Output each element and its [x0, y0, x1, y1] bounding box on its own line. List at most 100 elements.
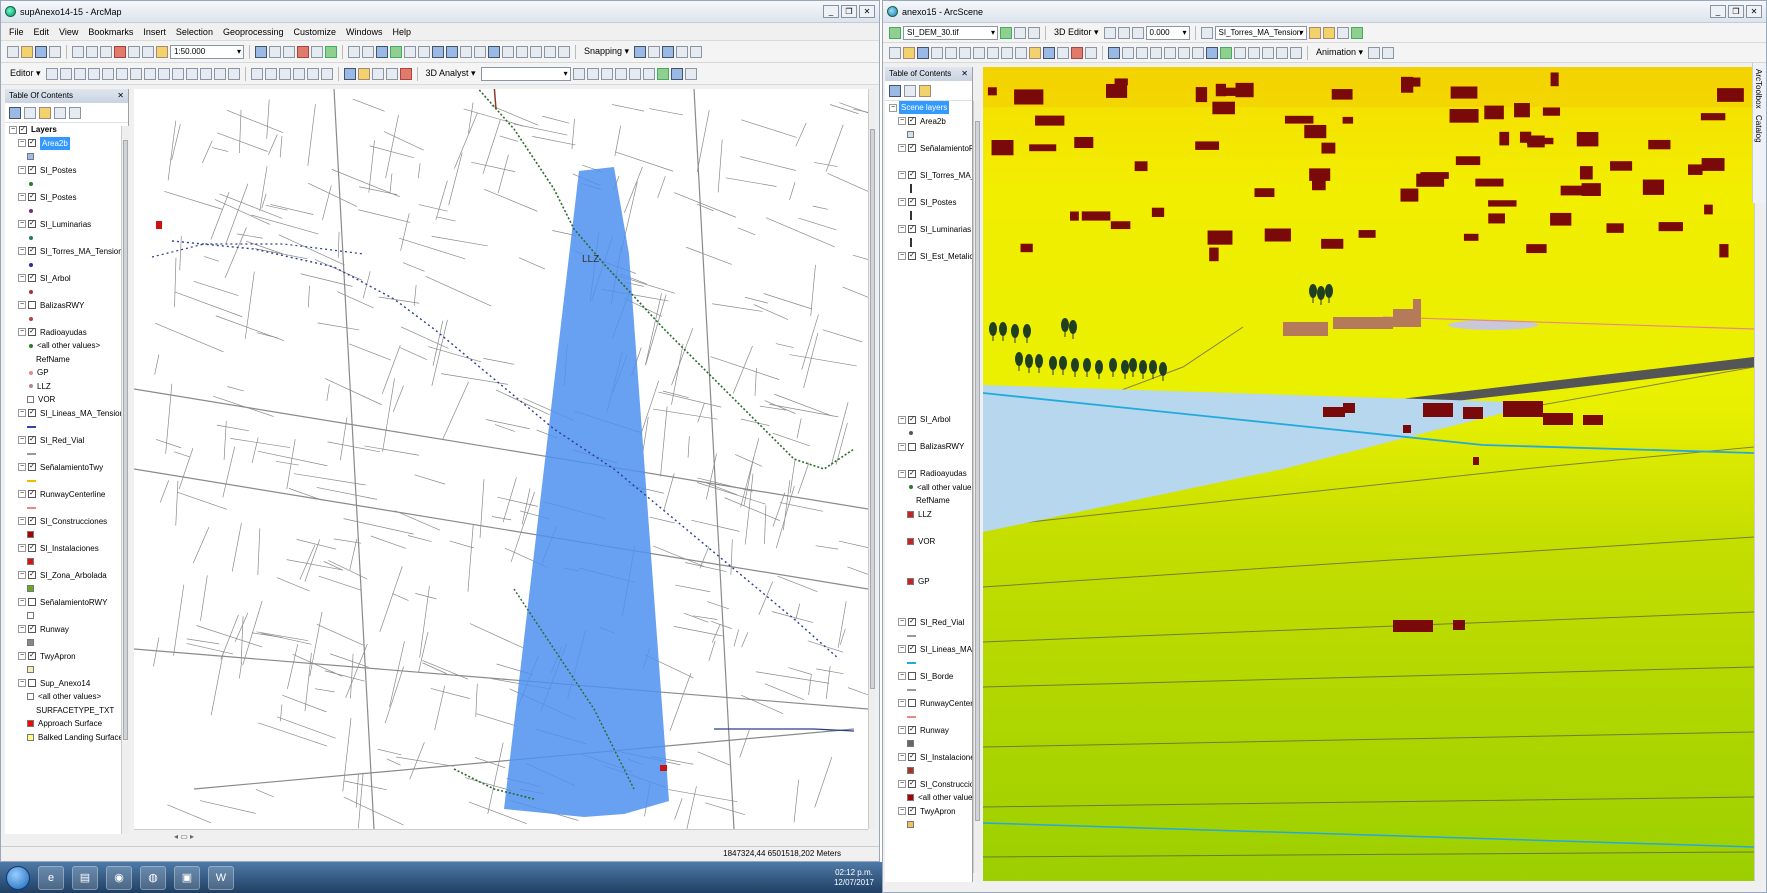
new-icon[interactable] — [7, 45, 19, 58]
toc-layer-row[interactable]: − ✓ Radioayudas — [885, 467, 972, 481]
toc-layer-row[interactable]: − ✓ Runway — [5, 623, 128, 637]
layer-visibility-checkbox[interactable]: ✓ — [19, 125, 27, 134]
select-elements-icon[interactable] — [474, 45, 486, 58]
end-snapping-icon[interactable] — [648, 45, 661, 58]
start-button[interactable] — [6, 865, 30, 890]
identify-icon[interactable] — [488, 45, 500, 58]
toc-options-icon[interactable] — [69, 106, 81, 119]
scene-add-data-icon[interactable] — [1029, 46, 1041, 59]
trace-icon[interactable] — [101, 67, 114, 80]
los-scene-icon[interactable] — [1028, 26, 1040, 39]
labels-icon[interactable] — [385, 67, 398, 80]
layer-visibility-checkbox[interactable]: ✓ — [28, 274, 36, 283]
layer-visibility-checkbox[interactable]: ✓ — [28, 139, 36, 148]
layer-visibility-checkbox[interactable]: ✓ — [28, 571, 36, 580]
layer-visibility-checkbox[interactable]: ✓ — [908, 780, 916, 789]
toc-layer-row[interactable]: GP — [5, 366, 128, 380]
toc-layer-row[interactable]: LLZ — [885, 508, 972, 522]
layer-visibility-checkbox[interactable]: ✓ — [908, 171, 916, 180]
scene-hyperlink-icon[interactable] — [1290, 46, 1302, 59]
straight-segment-icon[interactable] — [73, 67, 86, 80]
toc-layer-row[interactable]: − SI_Borde — [885, 670, 972, 684]
toc-layer-row[interactable]: − ✓ SI_Instalaciones — [5, 542, 128, 556]
menu-insert[interactable]: Insert — [143, 27, 166, 37]
scene-undo-icon[interactable] — [1001, 46, 1013, 59]
expand-toggle[interactable]: − — [18, 679, 26, 688]
expand-toggle[interactable]: − — [898, 645, 906, 654]
list-by-selection-icon[interactable] — [54, 106, 66, 119]
toc-layer-row[interactable]: − ✓ SI_Arbol — [5, 272, 128, 286]
scene-delete-icon[interactable] — [987, 46, 999, 59]
create-features-icon[interactable] — [227, 67, 240, 80]
scene-copy-icon[interactable] — [959, 46, 971, 59]
restore-button[interactable]: ❐ — [841, 5, 857, 18]
scene-python-icon[interactable] — [1085, 46, 1097, 59]
attributes-scene-icon[interactable] — [1336, 26, 1349, 39]
vertex-snapping-icon[interactable] — [662, 45, 675, 58]
model-builder-icon[interactable] — [325, 45, 337, 58]
point-snapping-icon[interactable] — [634, 45, 647, 58]
layer-visibility-checkbox[interactable]: ✓ — [28, 166, 36, 175]
toc-layer-row[interactable]: −✓ SI_Est_Metalicas_1 — [885, 250, 972, 264]
expand-toggle[interactable]: − — [898, 469, 906, 478]
layer-visibility-checkbox[interactable]: ✓ — [908, 117, 916, 126]
expand-toggle[interactable]: − — [898, 699, 906, 708]
toc-layer-row[interactable]: − ✓ TwyApron — [5, 650, 128, 664]
toc-layer-row[interactable]: <all other values> — [5, 339, 128, 353]
layer-visibility-checkbox[interactable]: ✓ — [908, 753, 916, 762]
toc-layer-row[interactable]: GP — [885, 575, 972, 589]
georef-icon-1[interactable] — [250, 67, 263, 80]
toc-layer-row[interactable]: − ✓ RunwayCenterline — [5, 488, 128, 502]
hyperlink-icon[interactable] — [530, 45, 542, 58]
list-by-source-icon[interactable] — [24, 106, 36, 119]
edit-annotation-icon[interactable] — [59, 67, 72, 80]
symbol-icon[interactable] — [1322, 26, 1335, 39]
list-by-drawing-order-icon[interactable] — [9, 106, 21, 119]
table-of-contents-icon[interactable] — [269, 45, 281, 58]
layer-visibility-checkbox[interactable]: ✓ — [28, 328, 36, 337]
steepest-path-icon[interactable] — [586, 67, 599, 80]
scene-cut-icon[interactable] — [945, 46, 957, 59]
zoom-in-icon[interactable] — [348, 45, 360, 58]
extra-tool-icon[interactable] — [684, 67, 697, 80]
full-extent-icon[interactable] — [390, 45, 402, 58]
scene-list-by-visibility-icon[interactable] — [919, 84, 931, 97]
animation-menu[interactable]: Animation ▾ — [1316, 47, 1363, 58]
time-slider-icon[interactable] — [558, 45, 570, 58]
toc-layer-row[interactable]: − ✓ SI_Postes — [5, 164, 128, 178]
layer-visibility-checkbox[interactable] — [908, 699, 916, 708]
layer-visibility-checkbox[interactable]: ✓ — [908, 618, 916, 627]
scene-toolbox-icon[interactable] — [1071, 46, 1083, 59]
toc-layer-row[interactable]: − ✓ Area2b — [5, 136, 128, 151]
menu-bookmarks[interactable]: Bookmarks — [88, 27, 133, 37]
layer-properties-icon[interactable] — [343, 67, 356, 80]
scene-clear-selection-icon[interactable] — [1248, 46, 1260, 59]
arcscene-toc-scrollbar[interactable] — [973, 101, 981, 873]
catalog-icon[interactable] — [283, 45, 295, 58]
copy-icon[interactable] — [86, 45, 98, 58]
zoom-out-icon[interactable] — [362, 45, 374, 58]
expand-toggle[interactable]: − — [898, 753, 906, 762]
rotate-icon[interactable] — [185, 67, 198, 80]
georef-icon-3[interactable] — [278, 67, 291, 80]
toc-layer-row[interactable]: − ✓ SI_Postes — [5, 191, 128, 205]
layer-visibility-checkbox[interactable]: ✓ — [908, 225, 916, 234]
arctoolbox-icon[interactable] — [297, 45, 309, 58]
expand-toggle[interactable]: − — [898, 117, 906, 126]
fly-icon[interactable] — [1122, 46, 1134, 59]
interpolate-line-icon[interactable] — [628, 67, 641, 80]
expand-toggle[interactable]: − — [898, 252, 906, 261]
forward-extent-icon[interactable] — [446, 45, 458, 58]
split-icon[interactable] — [171, 67, 184, 80]
snapping-menu[interactable]: Snapping ▾ — [584, 46, 629, 57]
floppy-app-icon[interactable]: ▣ — [174, 865, 200, 890]
attributes-icon[interactable] — [199, 67, 212, 80]
scene-zoom-out-icon[interactable] — [1192, 46, 1204, 59]
delete-icon[interactable] — [114, 45, 126, 58]
editor-menu[interactable]: Editor ▾ — [10, 68, 41, 79]
map-vertical-scrollbar[interactable] — [868, 89, 876, 829]
3d-analyst-menu[interactable]: 3D Analyst ▾ — [426, 68, 476, 79]
menu-help[interactable]: Help — [393, 27, 412, 37]
color-icon[interactable] — [399, 67, 412, 80]
toc-layer-row[interactable]: − ✓ SeñalamientoTwy — [5, 461, 128, 475]
